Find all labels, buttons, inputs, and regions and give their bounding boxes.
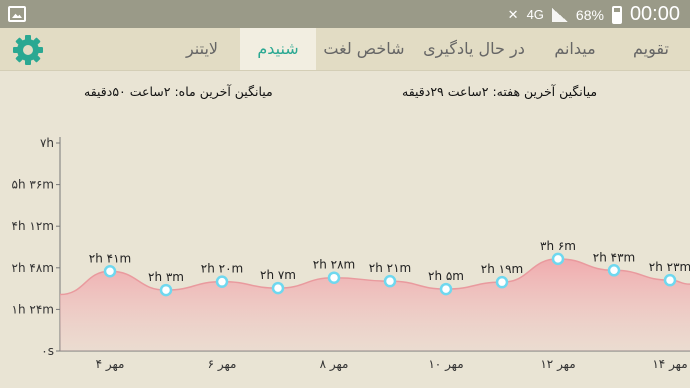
data-label: ۲h ۲۳m [649, 260, 690, 274]
data-point [383, 274, 397, 288]
signal-icon [551, 7, 568, 22]
tab-leitner[interactable]: لایتنر [164, 28, 240, 70]
data-point [215, 275, 229, 288]
battery-percent: 68% [575, 6, 604, 23]
gallery-notification-icon [8, 6, 26, 22]
data-point [551, 252, 565, 266]
tab-word-index[interactable]: شاخص لغت [316, 28, 412, 70]
clock: 00:00 [629, 3, 680, 25]
status-icons: ✕ 4G 68% 00:00 [508, 3, 680, 26]
y-tick-label: ۰s [41, 344, 54, 358]
data-label: ۳h ۶m [540, 239, 576, 253]
y-tick-label: ۷h [40, 136, 54, 150]
data-point [607, 264, 621, 277]
mute-icon: ✕ [507, 6, 519, 22]
data-point [439, 282, 453, 296]
settings-gear-icon[interactable] [10, 32, 46, 68]
y-tick-label: ۱h ۲۴m [12, 302, 54, 316]
data-point [663, 273, 677, 287]
data-point [159, 283, 173, 297]
data-point [103, 265, 117, 278]
month-average-text: میانگین آخرین ماه: ۲ساعت ۵۰دقیقه [84, 84, 273, 99]
data-label: ۲h ۷m [260, 268, 296, 282]
y-axis: ۰s ۱h ۲۴m ۲h ۴۸m ۴h ۱۲m ۵h ۳۶m ۷h [12, 136, 61, 358]
data-label: ۲h ۴۳m [593, 250, 635, 264]
y-tick-label: ۲h ۴۸m [12, 261, 54, 275]
week-average-text: میانگین آخرین هفته: ۲ساعت ۲۹دقیقه [402, 84, 598, 99]
tab-bar: تقویم میدانم در حال یادگیری شاخص لغت شنی… [0, 28, 690, 71]
tab-calendar[interactable]: تقویم [620, 28, 682, 70]
data-label: ۲h ۴۱m [89, 251, 131, 265]
data-label: ۲h ۲۱m [369, 261, 411, 275]
x-axis: ۴ مهر ۶ مهر ۸ مهر ۱۰ مهر ۱۲ مهر ۱۴ مهر [60, 350, 690, 372]
tab-heard[interactable]: شنیدم [240, 28, 316, 70]
data-label: ۲h ۵m [428, 269, 464, 283]
status-bar: ✕ 4G 68% 00:00 [0, 0, 690, 28]
data-label: ۲h ۱۹m [481, 262, 523, 276]
data-point [327, 271, 341, 284]
x-tick-label: ۴ مهر [96, 357, 125, 372]
data-point [271, 281, 285, 295]
data-point [495, 275, 509, 289]
x-tick-label: ۱۴ مهر [652, 357, 687, 372]
tab-known[interactable]: میدانم [536, 28, 614, 70]
x-tick-label: ۸ مهر [320, 357, 349, 372]
y-tick-label: ۴h ۱۲m [12, 219, 54, 233]
tab-learning[interactable]: در حال یادگیری [412, 28, 536, 70]
x-tick-label: ۱۰ مهر [428, 357, 463, 372]
data-label: ۲h ۲۰m [201, 262, 243, 276]
listening-time-chart: ۰s ۱h ۲۴m ۲h ۴۸m ۴h ۱۲m ۵h ۳۶m ۷h ۴ مهر ۶ مهر ۸… [12, 136, 690, 372]
x-tick-label: ۱۲ مهر [540, 357, 575, 372]
data-label: ۲h ۲۸m [313, 258, 355, 272]
battery-icon [611, 5, 622, 24]
x-tick-label: ۶ مهر [208, 357, 237, 372]
data-label: ۲h ۳m [148, 270, 184, 284]
network-type: 4G [526, 7, 544, 22]
y-tick-label: ۵h ۳۶m [12, 178, 54, 192]
